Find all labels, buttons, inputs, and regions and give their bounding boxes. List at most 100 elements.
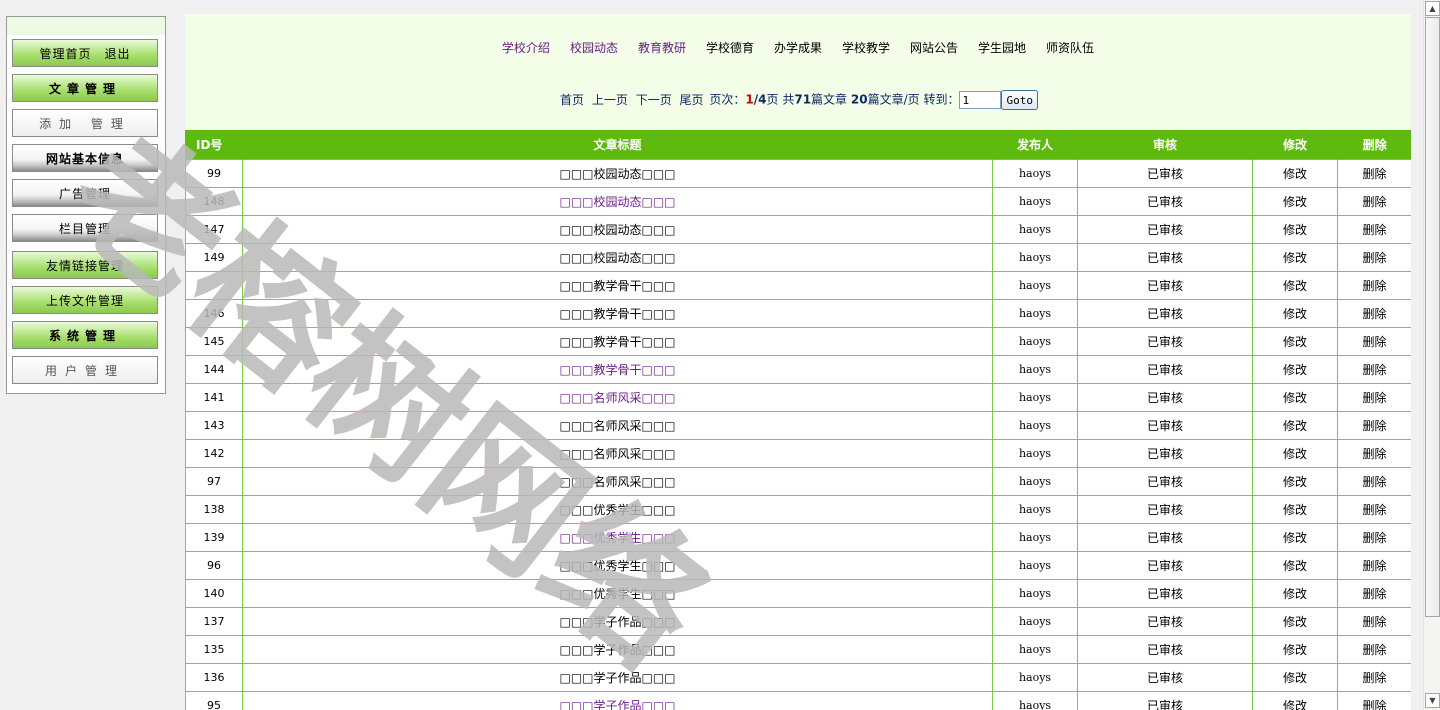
delete-link[interactable]: 删除 <box>1362 391 1386 405</box>
nav-link-0[interactable]: 学校介绍 <box>502 39 550 56</box>
edit-link[interactable]: 修改 <box>1283 447 1307 461</box>
delete-link[interactable]: 删除 <box>1362 167 1386 181</box>
edit-link[interactable]: 修改 <box>1283 587 1307 601</box>
article-title-link[interactable]: □□□优秀学生□□□ <box>559 503 675 517</box>
edit-link[interactable]: 修改 <box>1283 671 1307 685</box>
sidebar-item-7[interactable]: 上传文件管理 <box>12 286 158 314</box>
delete-link[interactable]: 删除 <box>1362 251 1386 265</box>
article-title-link[interactable]: □□□学子作品□□□ <box>559 643 675 657</box>
nav-link-5[interactable]: 学校教学 <box>842 39 890 56</box>
delete-link[interactable]: 删除 <box>1362 223 1386 237</box>
cell-id: 146 <box>185 299 243 328</box>
nav-link-2[interactable]: 教育教研 <box>638 39 686 56</box>
edit-link[interactable]: 修改 <box>1283 559 1307 573</box>
article-title-link[interactable]: □□□名师风采□□□ <box>559 391 675 405</box>
delete-link[interactable]: 删除 <box>1362 643 1386 657</box>
article-title-link[interactable]: □□□校园动态□□□ <box>559 167 675 181</box>
delete-link[interactable]: 删除 <box>1362 531 1386 545</box>
article-title-link[interactable]: □□□教学骨干□□□ <box>559 335 675 349</box>
delete-link[interactable]: 删除 <box>1362 307 1386 321</box>
delete-link[interactable]: 删除 <box>1362 475 1386 489</box>
sidebar-item-4[interactable]: 广告管理 <box>12 179 158 207</box>
edit-link[interactable]: 修改 <box>1283 195 1307 209</box>
edit-link[interactable]: 修改 <box>1283 223 1307 237</box>
goto-button[interactable]: Goto <box>1001 90 1038 110</box>
delete-link[interactable]: 删除 <box>1362 447 1386 461</box>
article-title-link[interactable]: □□□教学骨干□□□ <box>559 307 675 321</box>
article-title-link[interactable]: □□□教学骨干□□□ <box>559 279 675 293</box>
article-title-link[interactable]: □□□名师风采□□□ <box>559 447 675 461</box>
nav-link-8[interactable]: 师资队伍 <box>1046 39 1094 56</box>
cell-author: haoys <box>992 607 1078 636</box>
cell-edit: 修改 <box>1252 187 1338 216</box>
table-row: 139 □□□优秀学生□□□ haoys 已审核 修改 删除 <box>185 523 1411 552</box>
article-title-link[interactable]: □□□校园动态□□□ <box>559 223 675 237</box>
edit-link[interactable]: 修改 <box>1283 699 1307 710</box>
cell-edit: 修改 <box>1252 579 1338 608</box>
cell-title: □□□优秀学生□□□ <box>242 551 993 580</box>
article-title-link[interactable]: □□□校园动态□□□ <box>559 251 675 265</box>
delete-link[interactable]: 删除 <box>1362 615 1386 629</box>
article-title-link[interactable]: □□□教学骨干□□□ <box>559 363 675 377</box>
delete-link[interactable]: 删除 <box>1362 671 1386 685</box>
first-page-link[interactable]: 首页 <box>560 93 584 107</box>
article-title-link[interactable]: □□□学子作品□□□ <box>559 699 675 710</box>
nav-link-6[interactable]: 网站公告 <box>910 39 958 56</box>
nav-link-4[interactable]: 办学成果 <box>774 39 822 56</box>
article-title-link[interactable]: □□□学子作品□□□ <box>559 671 675 685</box>
edit-link[interactable]: 修改 <box>1283 419 1307 433</box>
article-title-link[interactable]: □□□名师风采□□□ <box>559 475 675 489</box>
goto-page-input[interactable] <box>959 91 1002 109</box>
scroll-down-arrow-icon[interactable]: ▼ <box>1425 693 1440 708</box>
sidebar-item-3[interactable]: 网站基本信息 <box>12 144 158 172</box>
article-title-link[interactable]: □□□名师风采□□□ <box>559 419 675 433</box>
edit-link[interactable]: 修改 <box>1283 531 1307 545</box>
delete-link[interactable]: 删除 <box>1362 559 1386 573</box>
nav-link-1[interactable]: 校园动态 <box>570 39 618 56</box>
sidebar-item-5[interactable]: 栏目管理 <box>12 214 158 242</box>
cell-delete: 删除 <box>1337 495 1411 524</box>
edit-link[interactable]: 修改 <box>1283 307 1307 321</box>
article-title-link[interactable]: □□□优秀学生□□□ <box>559 531 675 545</box>
next-page-link[interactable]: 下一页 <box>636 93 672 107</box>
scrollbar-thumb[interactable] <box>1425 17 1440 617</box>
sidebar-item-9[interactable]: 用户管理 <box>12 356 158 384</box>
edit-link[interactable]: 修改 <box>1283 391 1307 405</box>
delete-link[interactable]: 删除 <box>1362 195 1386 209</box>
sidebar-item-1[interactable]: 文章管理 <box>12 74 158 102</box>
article-title-link[interactable]: □□□优秀学生□□□ <box>559 587 675 601</box>
edit-link[interactable]: 修改 <box>1283 167 1307 181</box>
vertical-scrollbar[interactable]: ▲ ▼ <box>1423 0 1440 710</box>
delete-link[interactable]: 删除 <box>1362 503 1386 517</box>
article-title-link[interactable]: □□□优秀学生□□□ <box>559 559 675 573</box>
sidebar-item-2[interactable]: 添加 管理 <box>12 109 158 137</box>
last-page-link[interactable]: 尾页 <box>680 93 704 107</box>
edit-link[interactable]: 修改 <box>1283 475 1307 489</box>
article-title-link[interactable]: □□□校园动态□□□ <box>559 195 675 209</box>
sidebar-item-0[interactable]: 管理首页 退出 <box>12 39 158 67</box>
sidebar-item-8[interactable]: 系统管理 <box>12 321 158 349</box>
prev-page-link[interactable]: 上一页 <box>592 93 628 107</box>
edit-link[interactable]: 修改 <box>1283 335 1307 349</box>
edit-link[interactable]: 修改 <box>1283 279 1307 293</box>
delete-link[interactable]: 删除 <box>1362 335 1386 349</box>
delete-link[interactable]: 删除 <box>1362 363 1386 377</box>
table-row: 138 □□□优秀学生□□□ haoys 已审核 修改 删除 <box>185 495 1411 524</box>
sidebar-item-6[interactable]: 友情链接管理 <box>12 251 158 279</box>
edit-link[interactable]: 修改 <box>1283 251 1307 265</box>
scroll-up-arrow-icon[interactable]: ▲ <box>1425 1 1440 16</box>
edit-link[interactable]: 修改 <box>1283 363 1307 377</box>
cell-delete: 删除 <box>1337 383 1411 412</box>
edit-link[interactable]: 修改 <box>1283 615 1307 629</box>
cell-status: 已审核 <box>1077 355 1253 384</box>
delete-link[interactable]: 删除 <box>1362 419 1386 433</box>
delete-link[interactable]: 删除 <box>1362 279 1386 293</box>
delete-link[interactable]: 删除 <box>1362 587 1386 601</box>
edit-link[interactable]: 修改 <box>1283 643 1307 657</box>
edit-link[interactable]: 修改 <box>1283 503 1307 517</box>
cell-title: □□□校园动态□□□ <box>242 243 993 272</box>
delete-link[interactable]: 删除 <box>1362 699 1386 710</box>
nav-link-7[interactable]: 学生园地 <box>978 39 1026 56</box>
article-title-link[interactable]: □□□学子作品□□□ <box>559 615 675 629</box>
nav-link-3[interactable]: 学校德育 <box>706 39 754 56</box>
